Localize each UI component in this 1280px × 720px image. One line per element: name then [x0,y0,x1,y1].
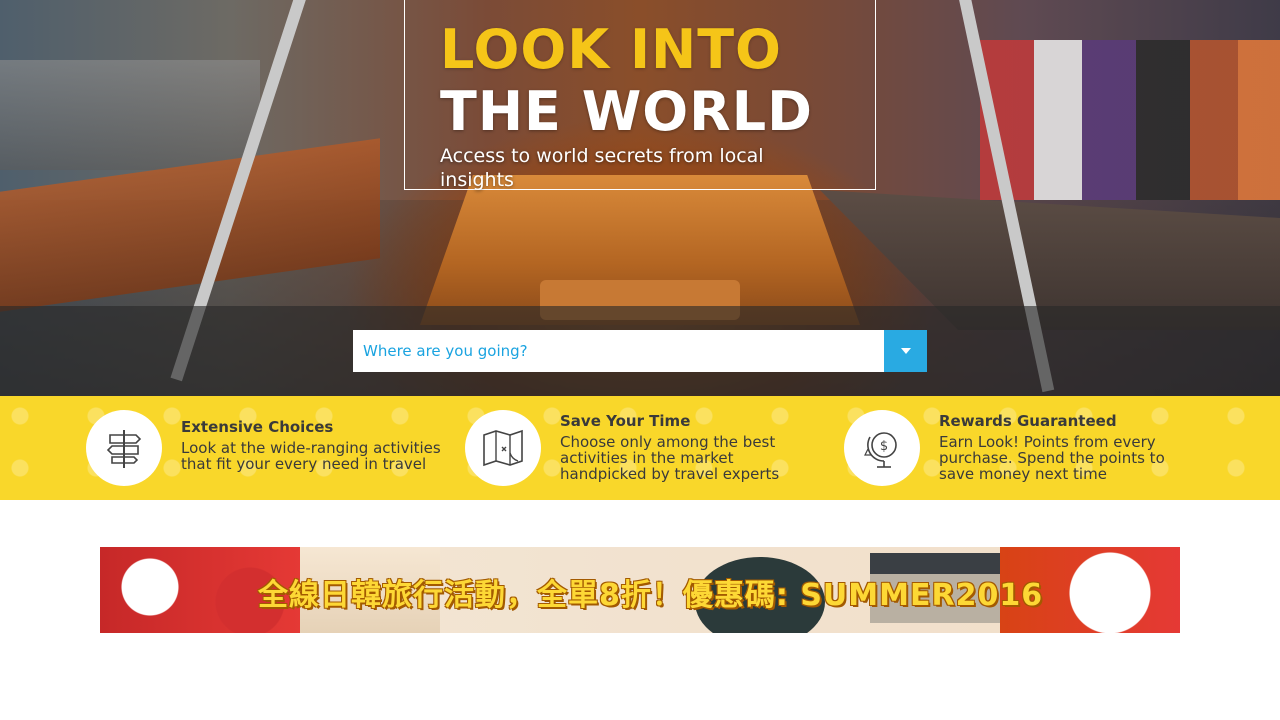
feature-icon-circle [465,410,541,486]
headline-line-1: LOOK INTO [440,18,782,81]
market-stall-left [0,60,260,170]
feature-description: Look at the wide-ranging activities that… [181,439,441,473]
hanging-clothes [980,40,1280,200]
search-dropdown-button[interactable] [884,330,927,372]
feature-title: Extensive Choices [181,418,334,436]
feature-icon-circle: $ [844,410,920,486]
globe-dollar-icon: $ [864,432,897,468]
chevron-down-icon [900,348,911,354]
promo-banner[interactable]: 全線日韓旅行活動，全單8折！優惠碼: SUMMER2016 [100,547,1180,633]
signpost-icon [106,430,142,468]
map-icon [483,429,523,467]
features-strip: Extensive Choices Look at the wide-rangi… [0,396,1280,500]
hero-subheadline: Access to world secrets from local insig… [440,145,764,191]
svg-text:$: $ [880,439,888,454]
feature-title: Rewards Guaranteed [939,412,1117,430]
destination-search [353,330,927,372]
feature-description: Choose only among the best activities in… [560,433,780,483]
destination-search-input[interactable] [353,330,884,372]
promo-text: 全線日韓旅行活動，全單8折！優惠碼: SUMMER2016 [258,578,1044,613]
feature-icon-circle [86,410,162,486]
feature-description: Earn Look! Points from every purchase. S… [939,433,1165,483]
feature-title: Save Your Time [560,412,691,430]
headline-line-2: THE WORLD [440,80,813,143]
